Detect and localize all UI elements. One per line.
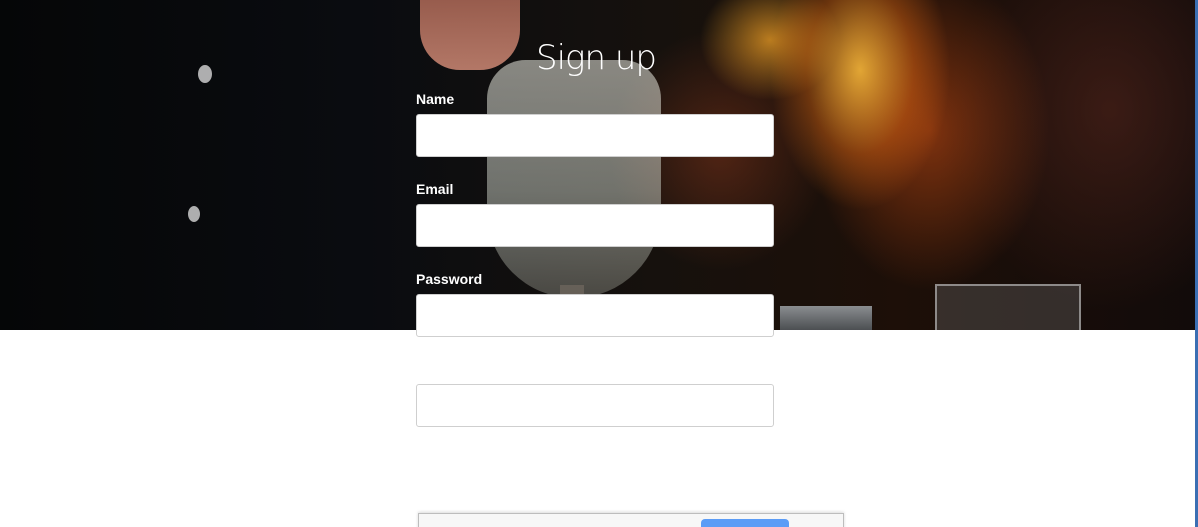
cocktail-glass: [487, 60, 661, 298]
email-input[interactable]: [416, 204, 774, 247]
bokeh-light: [188, 206, 200, 222]
shaker-tin: [780, 306, 872, 330]
email-label: Email: [416, 181, 454, 197]
popup-action-button[interactable]: [701, 519, 789, 527]
bottom-popup-dialog: [418, 513, 844, 527]
page-title: Sign up: [536, 38, 657, 78]
signup-page: Sign up Name Email Password: [0, 0, 1198, 527]
extra-input[interactable]: [416, 384, 774, 427]
tumbler-glass: [935, 284, 1081, 330]
password-label: Password: [416, 271, 483, 287]
name-label: Name: [416, 91, 455, 107]
name-input[interactable]: [416, 114, 774, 157]
password-input[interactable]: [416, 294, 774, 337]
